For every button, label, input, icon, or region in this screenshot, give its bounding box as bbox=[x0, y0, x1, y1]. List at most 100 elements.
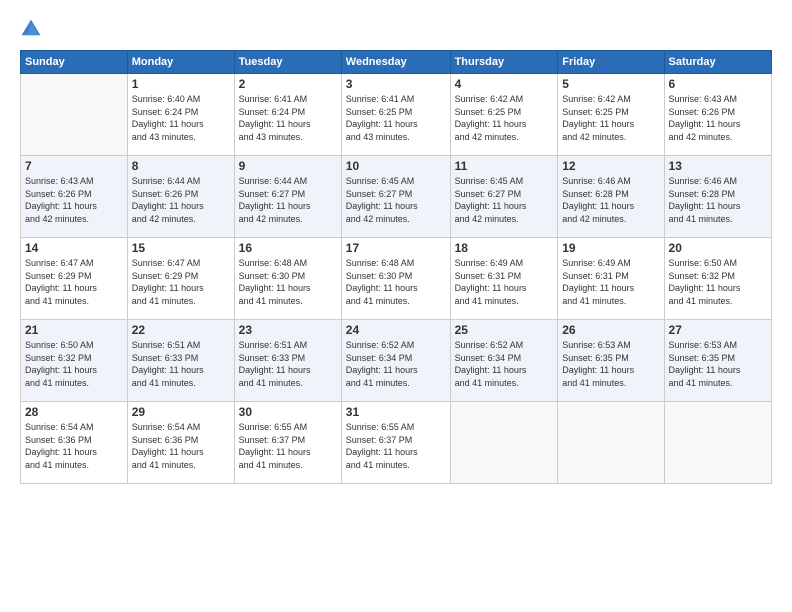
day-info: Sunrise: 6:48 AMSunset: 6:30 PMDaylight:… bbox=[346, 257, 446, 307]
day-number: 17 bbox=[346, 241, 446, 255]
logo-icon bbox=[20, 18, 42, 40]
day-info: Sunrise: 6:45 AMSunset: 6:27 PMDaylight:… bbox=[455, 175, 554, 225]
calendar-cell: 31 Sunrise: 6:55 AMSunset: 6:37 PMDayligh… bbox=[341, 402, 450, 484]
day-info: Sunrise: 6:41 AMSunset: 6:24 PMDaylight:… bbox=[239, 93, 337, 143]
day-number: 16 bbox=[239, 241, 337, 255]
calendar-cell: 9 Sunrise: 6:44 AMSunset: 6:27 PMDaylight… bbox=[234, 156, 341, 238]
day-info: Sunrise: 6:51 AMSunset: 6:33 PMDaylight:… bbox=[239, 339, 337, 389]
calendar-cell: 29Sunrise: 6:54 AMSunset: 6:36 PMDayligh… bbox=[127, 402, 234, 484]
day-info: Sunrise: 6:50 AMSunset: 6:32 PMDaylight:… bbox=[25, 339, 123, 389]
day-info: Sunrise: 6:52 AMSunset: 6:34 PMDaylight:… bbox=[455, 339, 554, 389]
calendar-cell: 15Sunrise: 6:47 AMSunset: 6:29 PMDayligh… bbox=[127, 238, 234, 320]
day-number: 1 bbox=[132, 77, 230, 91]
calendar-cell: 10 Sunrise: 6:45 AMSunset: 6:27 PMDayligh… bbox=[341, 156, 450, 238]
calendar-cell: 17 Sunrise: 6:48 AMSunset: 6:30 PMDayligh… bbox=[341, 238, 450, 320]
day-info: Sunrise: 6:50 AMSunset: 6:32 PMDaylight:… bbox=[669, 257, 767, 307]
day-number: 3 bbox=[346, 77, 446, 91]
page: SundayMondayTuesdayWednesdayThursdayFrid… bbox=[0, 0, 792, 612]
day-number: 14 bbox=[25, 241, 123, 255]
calendar-cell bbox=[450, 402, 558, 484]
calendar-cell: 27 Sunrise: 6:53 AMSunset: 6:35 PMDayligh… bbox=[664, 320, 771, 402]
day-info: Sunrise: 6:48 AMSunset: 6:30 PMDaylight:… bbox=[239, 257, 337, 307]
day-info: Sunrise: 6:55 AMSunset: 6:37 PMDaylight:… bbox=[346, 421, 446, 471]
day-number: 12 bbox=[562, 159, 659, 173]
day-number: 18 bbox=[455, 241, 554, 255]
calendar-cell bbox=[21, 74, 128, 156]
calendar-week-row: 28Sunrise: 6:54 AMSunset: 6:36 PMDayligh… bbox=[21, 402, 772, 484]
day-number: 30 bbox=[239, 405, 337, 419]
day-info: Sunrise: 6:45 AMSunset: 6:27 PMDaylight:… bbox=[346, 175, 446, 225]
day-number: 10 bbox=[346, 159, 446, 173]
calendar-cell bbox=[558, 402, 664, 484]
calendar-cell: 16 Sunrise: 6:48 AMSunset: 6:30 PMDayligh… bbox=[234, 238, 341, 320]
day-info: Sunrise: 6:46 AMSunset: 6:28 PMDaylight:… bbox=[562, 175, 659, 225]
calendar-cell: 30 Sunrise: 6:55 AMSunset: 6:37 PMDayligh… bbox=[234, 402, 341, 484]
day-info: Sunrise: 6:49 AMSunset: 6:31 PMDaylight:… bbox=[562, 257, 659, 307]
calendar-cell: 3 Sunrise: 6:41 AMSunset: 6:25 PMDaylight… bbox=[341, 74, 450, 156]
day-header: Thursday bbox=[450, 51, 558, 74]
calendar-cell: 11 Sunrise: 6:45 AMSunset: 6:27 PMDayligh… bbox=[450, 156, 558, 238]
calendar-cell: 19 Sunrise: 6:49 AMSunset: 6:31 PMDayligh… bbox=[558, 238, 664, 320]
calendar-week-row: 1 Sunrise: 6:40 AMSunset: 6:24 PMDaylight… bbox=[21, 74, 772, 156]
day-number: 25 bbox=[455, 323, 554, 337]
day-number: 6 bbox=[669, 77, 767, 91]
day-header: Wednesday bbox=[341, 51, 450, 74]
day-info: Sunrise: 6:47 AMSunset: 6:29 PMDaylight:… bbox=[25, 257, 123, 307]
calendar-cell: 5 Sunrise: 6:42 AMSunset: 6:25 PMDaylight… bbox=[558, 74, 664, 156]
calendar-cell: 6Sunrise: 6:43 AMSunset: 6:26 PMDaylight… bbox=[664, 74, 771, 156]
calendar-cell: 20 Sunrise: 6:50 AMSunset: 6:32 PMDayligh… bbox=[664, 238, 771, 320]
day-info: Sunrise: 6:40 AMSunset: 6:24 PMDaylight:… bbox=[132, 93, 230, 143]
day-info: Sunrise: 6:52 AMSunset: 6:34 PMDaylight:… bbox=[346, 339, 446, 389]
day-number: 21 bbox=[25, 323, 123, 337]
day-info: Sunrise: 6:47 AMSunset: 6:29 PMDaylight:… bbox=[132, 257, 230, 307]
day-header: Sunday bbox=[21, 51, 128, 74]
calendar-cell: 25 Sunrise: 6:52 AMSunset: 6:34 PMDayligh… bbox=[450, 320, 558, 402]
day-header: Friday bbox=[558, 51, 664, 74]
day-header: Tuesday bbox=[234, 51, 341, 74]
day-info: Sunrise: 6:42 AMSunset: 6:25 PMDaylight:… bbox=[562, 93, 659, 143]
calendar-cell: 2Sunrise: 6:41 AMSunset: 6:24 PMDaylight… bbox=[234, 74, 341, 156]
day-number: 28 bbox=[25, 405, 123, 419]
calendar-cell: 26Sunrise: 6:53 AMSunset: 6:35 PMDayligh… bbox=[558, 320, 664, 402]
calendar-week-row: 21 Sunrise: 6:50 AMSunset: 6:32 PMDayligh… bbox=[21, 320, 772, 402]
calendar-cell: 21 Sunrise: 6:50 AMSunset: 6:32 PMDayligh… bbox=[21, 320, 128, 402]
day-info: Sunrise: 6:51 AMSunset: 6:33 PMDaylight:… bbox=[132, 339, 230, 389]
calendar-cell: 22Sunrise: 6:51 AMSunset: 6:33 PMDayligh… bbox=[127, 320, 234, 402]
day-number: 27 bbox=[669, 323, 767, 337]
day-info: Sunrise: 6:44 AMSunset: 6:27 PMDaylight:… bbox=[239, 175, 337, 225]
logo bbox=[20, 18, 46, 40]
calendar-cell: 24 Sunrise: 6:52 AMSunset: 6:34 PMDayligh… bbox=[341, 320, 450, 402]
day-number: 19 bbox=[562, 241, 659, 255]
calendar-cell: 14 Sunrise: 6:47 AMSunset: 6:29 PMDayligh… bbox=[21, 238, 128, 320]
day-number: 8 bbox=[132, 159, 230, 173]
day-number: 5 bbox=[562, 77, 659, 91]
day-info: Sunrise: 6:44 AMSunset: 6:26 PMDaylight:… bbox=[132, 175, 230, 225]
calendar-cell: 1 Sunrise: 6:40 AMSunset: 6:24 PMDaylight… bbox=[127, 74, 234, 156]
calendar-cell: 7 Sunrise: 6:43 AMSunset: 6:26 PMDaylight… bbox=[21, 156, 128, 238]
day-header: Saturday bbox=[664, 51, 771, 74]
day-info: Sunrise: 6:46 AMSunset: 6:28 PMDaylight:… bbox=[669, 175, 767, 225]
calendar-cell bbox=[664, 402, 771, 484]
calendar-week-row: 7 Sunrise: 6:43 AMSunset: 6:26 PMDaylight… bbox=[21, 156, 772, 238]
day-info: Sunrise: 6:43 AMSunset: 6:26 PMDaylight:… bbox=[25, 175, 123, 225]
day-info: Sunrise: 6:49 AMSunset: 6:31 PMDaylight:… bbox=[455, 257, 554, 307]
day-number: 4 bbox=[455, 77, 554, 91]
day-number: 26 bbox=[562, 323, 659, 337]
day-number: 7 bbox=[25, 159, 123, 173]
calendar-cell: 18 Sunrise: 6:49 AMSunset: 6:31 PMDayligh… bbox=[450, 238, 558, 320]
day-number: 20 bbox=[669, 241, 767, 255]
calendar-cell: 23Sunrise: 6:51 AMSunset: 6:33 PMDayligh… bbox=[234, 320, 341, 402]
header bbox=[20, 18, 772, 40]
day-info: Sunrise: 6:53 AMSunset: 6:35 PMDaylight:… bbox=[669, 339, 767, 389]
calendar-cell: 12 Sunrise: 6:46 AMSunset: 6:28 PMDayligh… bbox=[558, 156, 664, 238]
calendar-cell: 4Sunrise: 6:42 AMSunset: 6:25 PMDaylight… bbox=[450, 74, 558, 156]
day-number: 13 bbox=[669, 159, 767, 173]
day-info: Sunrise: 6:55 AMSunset: 6:37 PMDaylight:… bbox=[239, 421, 337, 471]
day-number: 24 bbox=[346, 323, 446, 337]
day-number: 11 bbox=[455, 159, 554, 173]
day-number: 9 bbox=[239, 159, 337, 173]
day-header: Monday bbox=[127, 51, 234, 74]
calendar-cell: 13 Sunrise: 6:46 AMSunset: 6:28 PMDayligh… bbox=[664, 156, 771, 238]
day-info: Sunrise: 6:41 AMSunset: 6:25 PMDaylight:… bbox=[346, 93, 446, 143]
day-number: 31 bbox=[346, 405, 446, 419]
